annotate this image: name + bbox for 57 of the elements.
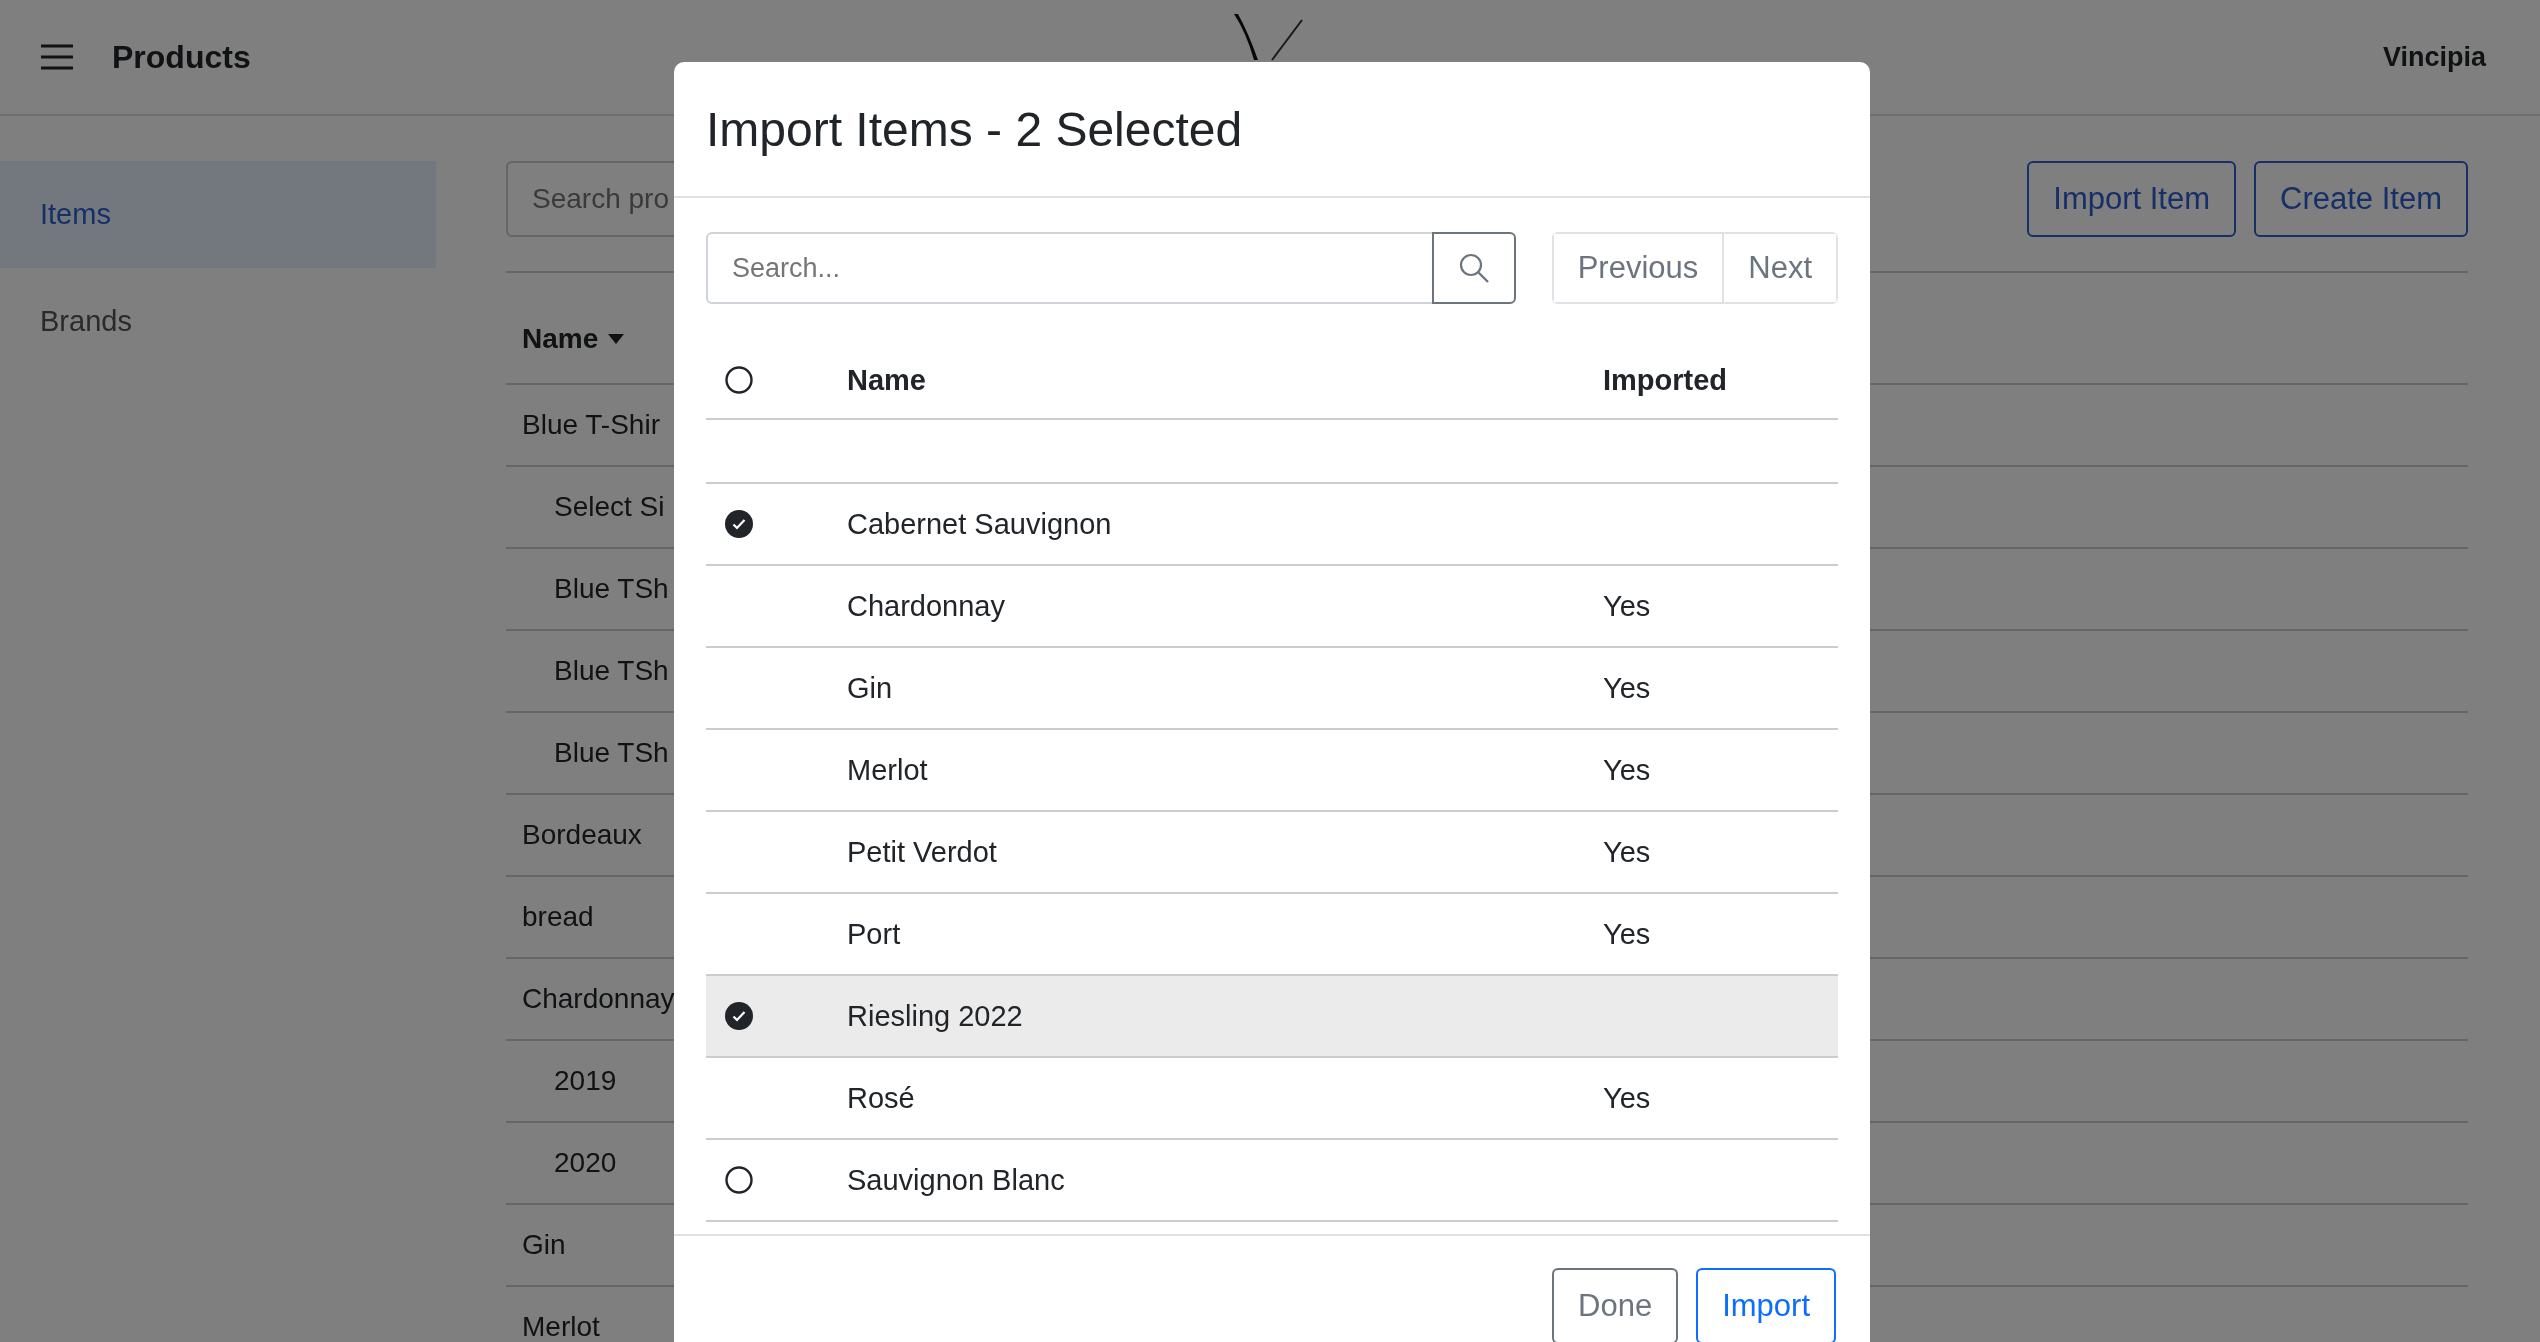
- table-cell-text: Merlot: [521, 1311, 600, 1342]
- table-cell-text: Blue TSh: [553, 737, 669, 769]
- sidebar-item[interactable]: Items: [0, 161, 436, 268]
- table-cell: Yes: [1603, 589, 1651, 622]
- table-cell-text: Riesling 2022: [847, 999, 1024, 1033]
- table-cell-text: Blue TSh: [553, 655, 669, 687]
- search-button[interactable]: [1432, 232, 1516, 304]
- done-button[interactable]: Done: [1552, 1268, 1679, 1342]
- table-row[interactable]: Rosé Yes: [706, 1058, 1838, 1140]
- table-cell-text: Gin: [847, 671, 894, 705]
- column-header: Imported: [1603, 363, 1729, 397]
- table-cell-text: Blue T-Shir: [521, 409, 660, 441]
- table-cell-text: 2020: [553, 1147, 617, 1179]
- table-row[interactable]: Merlot Yes: [706, 730, 1838, 812]
- highlighted-row[interactable]: Riesling 2022: [706, 976, 1838, 1058]
- table-cell-text: 2019: [553, 1065, 617, 1097]
- table-cell-text: Cabernet Sauvignon: [847, 507, 1113, 541]
- pager-button[interactable]: Next: [1722, 234, 1836, 302]
- table-cell-text: Chardonnay: [847, 589, 1006, 623]
- table-row[interactable]: Cabernet Sauvignon: [706, 484, 1838, 566]
- table-cell-text: Select Si: [553, 491, 665, 523]
- radio-button[interactable]: [724, 1165, 754, 1195]
- table-cell-text: Merlot: [847, 753, 929, 787]
- table-row[interactable]: Chardonnay Yes: [706, 566, 1838, 648]
- radio-button[interactable]: [724, 365, 754, 395]
- table-cell-text: bread: [521, 901, 594, 933]
- table-row[interactable]: Gin Yes: [706, 648, 1838, 730]
- search-field[interactable]: Search...: [706, 232, 1432, 304]
- table-cell-text: Bordeaux: [521, 819, 642, 851]
- import-button[interactable]: Import: [1696, 1268, 1836, 1342]
- table-cell-text: Petit Verdot: [847, 835, 998, 869]
- table-row[interactable]: Petit Verdot Yes: [706, 812, 1838, 894]
- checked-radio[interactable]: [724, 509, 754, 539]
- dialog-title: Import Items - 2 Selected: [706, 101, 1243, 157]
- table-cell-text: Gin: [521, 1229, 566, 1261]
- sort-icon[interactable]: [608, 334, 625, 344]
- column-header[interactable]: Name: [522, 323, 599, 355]
- sidebar-item[interactable]: Brands: [0, 268, 436, 375]
- page-title: Products: [112, 38, 251, 76]
- table-cell-text: Blue TSh: [553, 573, 669, 605]
- table-cell: Yes: [1603, 835, 1651, 868]
- table-cell-text: Port: [847, 917, 902, 951]
- checked-radio[interactable]: [724, 1001, 754, 1031]
- toolbar-button[interactable]: Import Item: [2027, 161, 2237, 237]
- search-icon: [1458, 252, 1490, 284]
- table-cell: Yes: [1603, 753, 1651, 786]
- toolbar-button[interactable]: Create Item: [2254, 161, 2468, 237]
- table-row[interactable]: Sauvignon Blanc: [706, 1140, 1838, 1222]
- table-cell: Yes: [1603, 671, 1651, 704]
- account-name[interactable]: Vincipia: [2382, 41, 2486, 73]
- table-cell: Yes: [1603, 917, 1651, 950]
- table-cell-text: Rosé: [847, 1081, 916, 1115]
- column-header: Name: [847, 363, 927, 397]
- table-cell-text: Chardonnay: [521, 983, 675, 1015]
- table-cell-text: Sauvignon Blanc: [847, 1163, 1066, 1197]
- table-cell: Yes: [1603, 1081, 1651, 1114]
- menu-icon[interactable]: [40, 43, 74, 71]
